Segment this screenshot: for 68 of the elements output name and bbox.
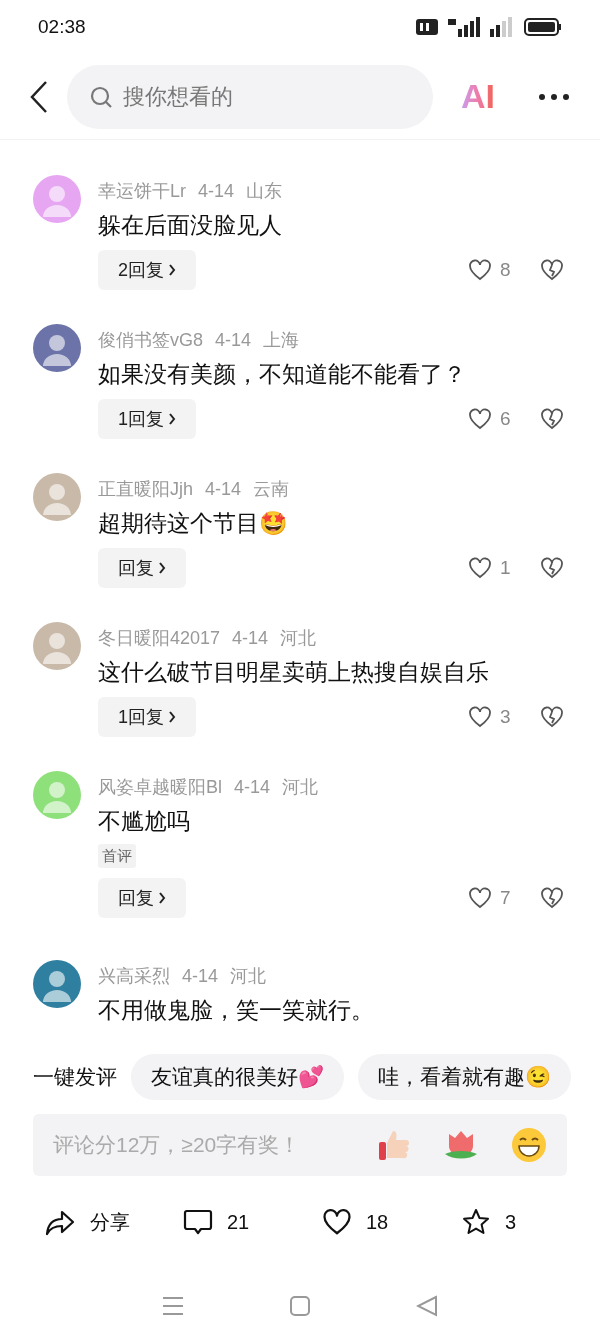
home-icon[interactable] xyxy=(289,1294,311,1317)
chevron-right-icon xyxy=(158,562,166,574)
comment-text: 这什么破节目明星卖萌上热搜自娱自乐 xyxy=(98,658,490,687)
menu-icon[interactable] xyxy=(162,1294,185,1317)
thumbs-up-icon[interactable] xyxy=(377,1128,411,1162)
grinning-face-icon[interactable] xyxy=(511,1127,547,1163)
comment-text: 不用做鬼脸，笑一笑就行。 xyxy=(98,996,375,1025)
back-icon[interactable] xyxy=(28,79,50,114)
heart-icon[interactable] xyxy=(468,259,492,281)
broken-heart-icon[interactable] xyxy=(540,706,564,728)
avatar[interactable] xyxy=(33,324,81,372)
star-icon[interactable] xyxy=(461,1207,491,1237)
comment-location: 河北 xyxy=(280,627,317,650)
action-label[interactable]: 分享 xyxy=(90,1207,130,1237)
chevron-right-icon xyxy=(168,264,176,276)
comment-location: 上海 xyxy=(263,329,300,352)
like-count: 7 xyxy=(500,885,512,910)
comment-location: 河北 xyxy=(230,965,267,988)
reply-button[interactable]: 2回复 xyxy=(98,250,196,290)
chevron-right-icon xyxy=(168,711,176,723)
broken-heart-icon[interactable] xyxy=(540,557,564,579)
broken-heart-icon[interactable] xyxy=(540,887,564,909)
comment-date: 4-14 xyxy=(182,965,219,988)
comment-location: 山东 xyxy=(246,180,283,203)
broken-heart-icon[interactable] xyxy=(540,408,564,430)
comment-location: 河北 xyxy=(282,776,319,799)
like-count: 6 xyxy=(500,406,512,431)
reply-button[interactable]: 回复 xyxy=(98,548,186,588)
reply-button[interactable]: 1回复 xyxy=(98,399,196,439)
quick-comment-chip[interactable]: 友谊真的很美好💕 xyxy=(131,1054,344,1100)
comment-date: 4-14 xyxy=(234,776,271,799)
heart-icon[interactable] xyxy=(322,1208,352,1236)
reply-button[interactable]: 回复 xyxy=(98,878,186,918)
broken-heart-icon[interactable] xyxy=(540,259,564,281)
battery-icon xyxy=(524,18,562,36)
action-label[interactable]: 18 xyxy=(366,1207,389,1237)
action-label[interactable]: 3 xyxy=(505,1207,517,1237)
hd-icon xyxy=(416,19,438,35)
comment-date: 4-14 xyxy=(232,627,269,650)
heart-icon[interactable] xyxy=(468,408,492,430)
like-count: 1 xyxy=(500,555,512,580)
comment-icon[interactable] xyxy=(183,1208,213,1236)
heart-icon[interactable] xyxy=(468,887,492,909)
comment-text: 超期待这个节目🤩 xyxy=(98,509,289,538)
comment-location: 云南 xyxy=(253,478,290,501)
like-count: 3 xyxy=(500,704,512,729)
more-icon[interactable] xyxy=(538,92,570,101)
status-time: 02:38 xyxy=(38,14,86,39)
reply-button[interactable]: 1回复 xyxy=(98,697,196,737)
comment-date: 4-14 xyxy=(205,478,242,501)
search-icon xyxy=(89,84,113,109)
heart-icon[interactable] xyxy=(468,557,492,579)
quick-comment-label: 一键发评 xyxy=(33,1064,117,1091)
comment-text: 不尴尬吗 xyxy=(98,807,191,836)
chevron-right-icon xyxy=(168,413,176,425)
comment-text: 如果没有美颜，不知道能不能看了？ xyxy=(98,360,467,389)
first-comment-tag: 首评 xyxy=(98,844,136,868)
search-field[interactable]: 搜你想看的 xyxy=(67,64,433,129)
avatar[interactable] xyxy=(33,960,81,1008)
comment-text: 躲在后面没脸见人 xyxy=(98,211,283,240)
comment-date: 4-14 xyxy=(215,329,252,352)
action-label[interactable]: 21 xyxy=(227,1207,250,1237)
quick-comment-chip[interactable]: 哇，看着就有趣😉 xyxy=(358,1054,571,1100)
comment-date: 4-14 xyxy=(198,180,235,203)
heart-icon[interactable] xyxy=(468,706,492,728)
like-count: 8 xyxy=(500,257,512,282)
chevron-right-icon xyxy=(158,892,166,904)
signal-icon xyxy=(446,17,480,37)
